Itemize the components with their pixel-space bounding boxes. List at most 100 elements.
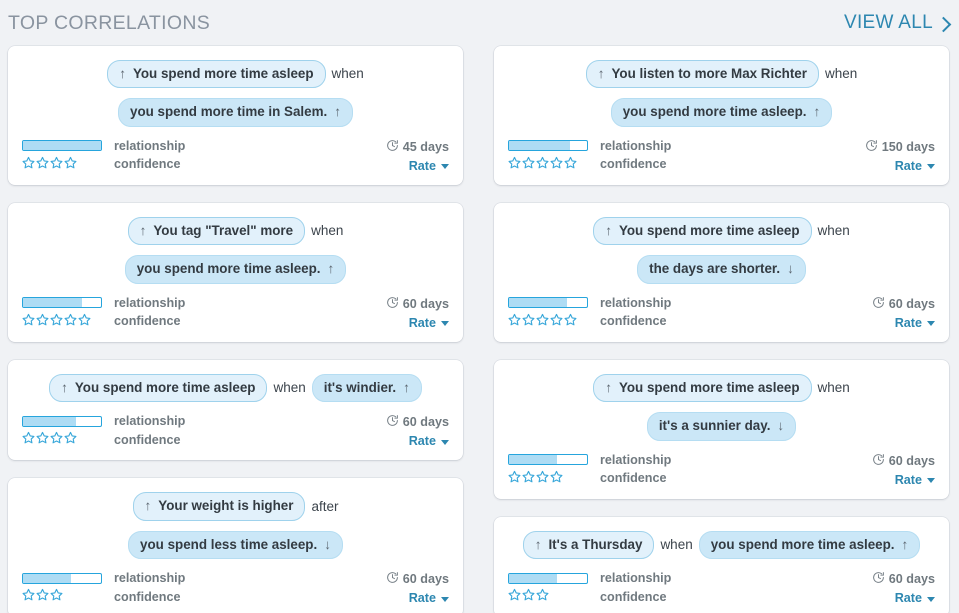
star-outline-icon[interactable]: [36, 588, 49, 605]
connector-word: after: [311, 498, 339, 514]
star-outline-icon[interactable]: [508, 470, 521, 487]
arrow-up-icon: ↑: [144, 498, 152, 514]
confidence-stars[interactable]: [22, 156, 102, 173]
star-outline-icon[interactable]: [508, 156, 521, 173]
star-outline-icon[interactable]: [522, 470, 535, 487]
confidence-stars[interactable]: [22, 313, 102, 330]
duration: 60 days: [386, 414, 449, 430]
correlation-card[interactable]: ↑ It's a Thursday when you spend more time …: [494, 516, 949, 613]
star-outline-icon[interactable]: [550, 156, 563, 173]
correlation-card[interactable]: ↑ You spend more time asleep when the days …: [494, 202, 949, 342]
rate-dropdown[interactable]: Rate: [895, 316, 935, 330]
confidence-stars[interactable]: [508, 588, 588, 605]
effect-pill[interactable]: it's a sunnier day. ↓: [646, 412, 797, 441]
star-outline-icon[interactable]: [536, 156, 549, 173]
star-outline-icon[interactable]: [550, 470, 563, 487]
star-outline-icon[interactable]: [22, 431, 35, 448]
rate-dropdown[interactable]: Rate: [409, 316, 449, 330]
effect-pill[interactable]: you spend more time asleep. ↑: [124, 255, 347, 284]
star-outline-icon[interactable]: [50, 588, 63, 605]
confidence-label: confidence: [114, 589, 181, 604]
effect-label: you spend less time asleep.: [140, 536, 318, 552]
correlation-statement: ↑ You tag "Travel" more when you spend more…: [22, 215, 449, 288]
star-outline-icon[interactable]: [64, 156, 77, 173]
correlation-card[interactable]: ↑ You spend more time asleep when you spend…: [8, 46, 463, 185]
cause-pill[interactable]: ↑ You spend more time asleep: [593, 216, 812, 246]
star-outline-icon[interactable]: [22, 313, 35, 330]
confidence-stars[interactable]: [508, 470, 588, 487]
effect-pill[interactable]: you spend less time asleep. ↓: [128, 530, 343, 560]
star-outline-icon[interactable]: [36, 313, 49, 330]
star-outline-icon[interactable]: [508, 588, 521, 605]
confidence-stars[interactable]: [508, 156, 588, 173]
rate-dropdown[interactable]: Rate: [409, 591, 449, 605]
star-outline-icon[interactable]: [36, 156, 49, 173]
caret-down-icon: [441, 321, 449, 327]
effect-pill[interactable]: the days are shorter. ↓: [637, 255, 806, 284]
relationship-bar: [508, 140, 588, 152]
rate-label: Rate: [408, 158, 436, 173]
star-outline-icon[interactable]: [50, 313, 63, 330]
card-actions: 60 days Rate: [872, 296, 935, 330]
cause-pill[interactable]: ↑ It's a Thursday: [522, 530, 655, 560]
effect-label: you spend more time asleep.: [622, 104, 807, 120]
duration: 60 days: [872, 453, 935, 469]
rate-dropdown[interactable]: Rate: [895, 159, 935, 173]
relationship-label: relationship: [114, 295, 186, 310]
effect-pill[interactable]: it's windier. ↑: [311, 373, 422, 403]
star-outline-icon[interactable]: [550, 313, 563, 330]
view-all-link[interactable]: VIEW ALL: [844, 12, 952, 34]
duration: 60 days: [386, 571, 449, 587]
star-outline-icon[interactable]: [564, 156, 577, 173]
cause-pill[interactable]: ↑ Your weight is higher: [132, 492, 306, 521]
cause-pill[interactable]: ↑ You spend more time asleep: [107, 60, 326, 89]
correlation-card[interactable]: ↑ You tag "Travel" more when you spend more…: [8, 202, 463, 342]
confidence-stars[interactable]: [22, 588, 102, 605]
star-outline-icon[interactable]: [50, 156, 63, 173]
star-outline-icon[interactable]: [522, 313, 535, 330]
confidence-stars[interactable]: [22, 431, 102, 448]
effect-pill[interactable]: you spend more time in Salem. ↑: [118, 98, 353, 127]
clock-icon: [865, 139, 878, 155]
star-outline-icon[interactable]: [64, 431, 77, 448]
star-outline-icon[interactable]: [536, 470, 549, 487]
cause-pill[interactable]: ↑ You listen to more Max Richter: [585, 60, 819, 89]
star-outline-icon[interactable]: [22, 156, 35, 173]
star-outline-icon[interactable]: [522, 588, 535, 605]
rate-dropdown[interactable]: Rate: [409, 159, 449, 173]
clock-icon: [872, 453, 885, 469]
star-outline-icon[interactable]: [536, 313, 549, 330]
effect-pill[interactable]: you spend more time asleep. ↑: [698, 530, 921, 560]
correlation-statement: ↑ Your weight is higher after you spend les…: [22, 490, 449, 563]
star-outline-icon[interactable]: [536, 588, 549, 605]
star-outline-icon[interactable]: [36, 431, 49, 448]
top-correlations-page: TOP CORRELATIONS VIEW ALL ↑ You spend mor…: [0, 0, 959, 613]
relationship-bar: [22, 415, 102, 427]
rate-label: Rate: [894, 315, 922, 330]
caret-down-icon: [441, 596, 449, 602]
star-outline-icon[interactable]: [522, 156, 535, 173]
confidence-stars[interactable]: [508, 313, 588, 330]
correlation-card[interactable]: ↑ You listen to more Max Richter when you s…: [494, 46, 949, 185]
star-outline-icon[interactable]: [64, 313, 77, 330]
star-outline-icon[interactable]: [508, 313, 521, 330]
star-outline-icon[interactable]: [78, 313, 91, 330]
cause-pill[interactable]: ↑ You spend more time asleep: [593, 373, 812, 403]
cause-pill[interactable]: ↑ You spend more time asleep: [49, 373, 268, 403]
cause-label: You spend more time asleep: [132, 66, 314, 81]
rate-dropdown[interactable]: Rate: [895, 473, 935, 487]
confidence-label: confidence: [114, 314, 181, 329]
card-metrics: relationship confidence: [508, 139, 671, 173]
star-outline-icon[interactable]: [564, 313, 577, 330]
correlation-card[interactable]: ↑ You spend more time asleep when it's wind…: [8, 359, 463, 461]
rate-dropdown[interactable]: Rate: [895, 591, 935, 605]
effect-pill[interactable]: you spend more time asleep. ↑: [610, 98, 833, 127]
card-actions: 60 days Rate: [872, 571, 935, 605]
star-outline-icon[interactable]: [22, 588, 35, 605]
rate-dropdown[interactable]: Rate: [409, 434, 449, 448]
star-outline-icon[interactable]: [50, 431, 63, 448]
connector-word: when: [660, 537, 693, 553]
correlation-card[interactable]: ↑ Your weight is higher after you spend les…: [8, 478, 463, 613]
correlation-card[interactable]: ↑ You spend more time asleep when it's a su…: [494, 359, 949, 499]
cause-pill[interactable]: ↑ You tag "Travel" more: [127, 216, 306, 246]
